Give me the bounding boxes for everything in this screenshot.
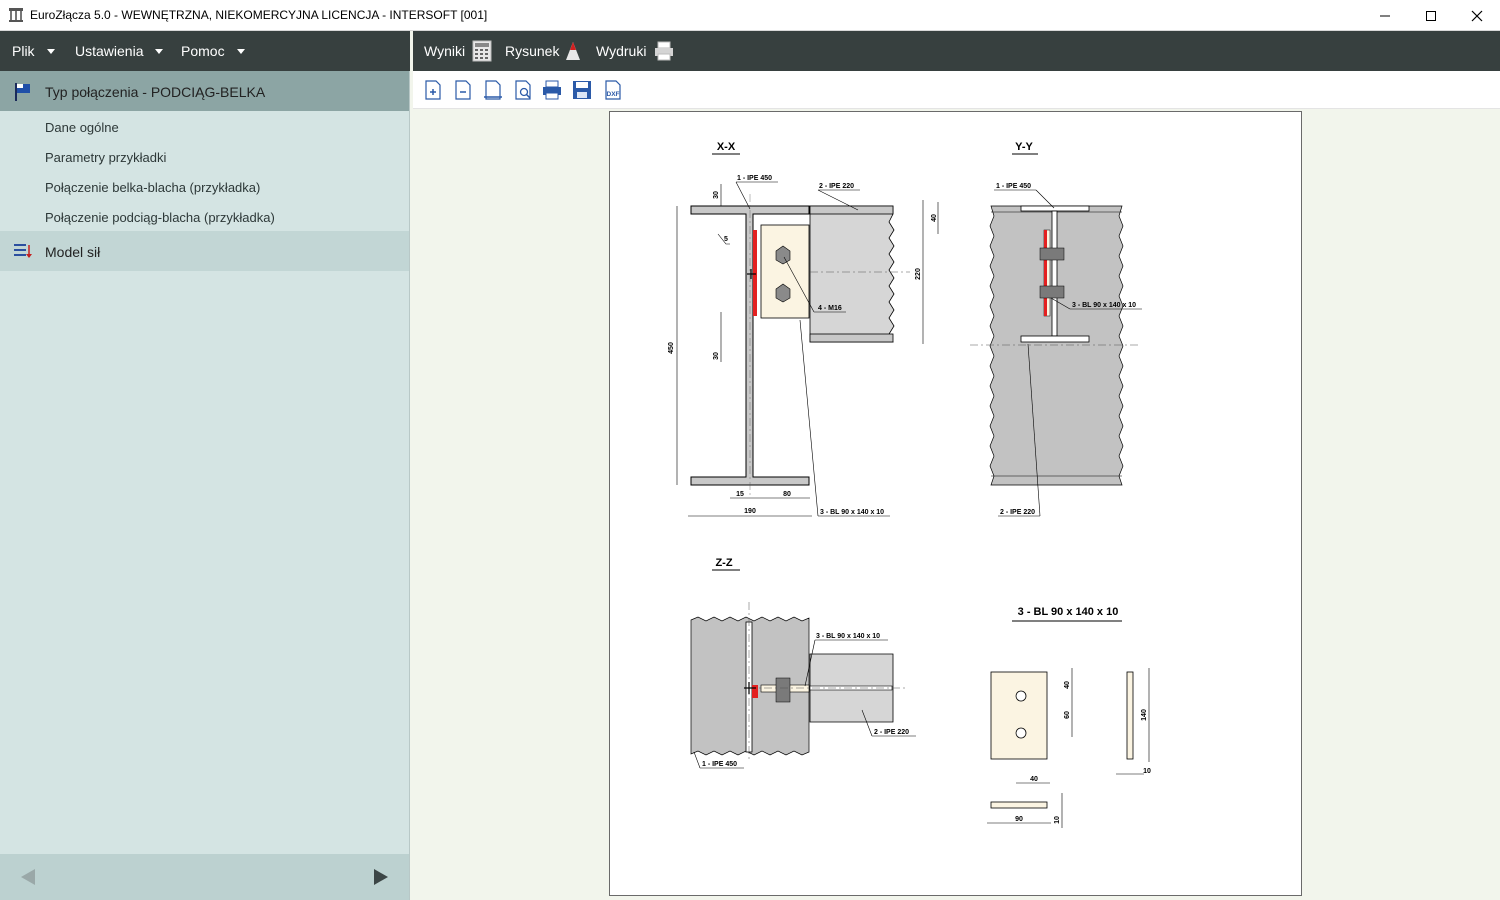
dim-220: 220 [915, 268, 922, 280]
section-zz: Z-Z 3 - BL 90 x 140 x 10 2 - IPE 220 1 -… [690, 557, 916, 769]
sidebar-group-label: Typ połączenia - PODCIĄG-BELKA [45, 84, 266, 100]
menu-plik[interactable]: Plik [12, 31, 55, 71]
print-preview-icon[interactable] [512, 79, 534, 101]
plate-detail: 3 - BL 90 x 140 x 10 40 60 140 10 40 90 [987, 606, 1151, 828]
label-ipe220-zz: 2 - IPE 220 [874, 729, 909, 736]
dim-plate-10a: 10 [1143, 768, 1151, 775]
main-menu-bar: Plik Ustawienia Pomoc [0, 31, 410, 71]
close-icon [1471, 10, 1483, 21]
results-menu-bar: Wyniki Rysunek Wydruki [413, 31, 1500, 71]
printer-icon[interactable] [653, 40, 675, 67]
menu-pomoc-label: Pomoc [181, 43, 225, 59]
sidebar-item-girder-plate[interactable]: Połączenie podciąg-blacha (przykładka) [45, 210, 275, 225]
maximize-icon [1426, 10, 1436, 21]
print-icon[interactable] [541, 79, 563, 101]
drawing-icon[interactable] [564, 40, 582, 67]
dim-plate-40a: 40 [1064, 681, 1071, 689]
sidebar-item-general-data[interactable]: Dane ogólne [45, 120, 119, 135]
maximize-button[interactable] [1408, 0, 1454, 31]
dim-plate-40b: 40 [1030, 776, 1038, 783]
label-plate-yy: 3 - BL 90 x 140 x 10 [1072, 302, 1136, 309]
dim-30b: 30 [713, 352, 720, 360]
force-model-icon [13, 242, 35, 263]
dim-weld-5: 5 [724, 236, 728, 243]
dim-plate-10b: 10 [1054, 816, 1061, 824]
close-button[interactable] [1454, 0, 1500, 31]
arrow-left-icon[interactable] [18, 867, 38, 887]
sidebar-group-connection-type[interactable]: Typ połączenia - PODCIĄG-BELKA [0, 71, 409, 111]
label-ipe450-xx: 1 - IPE 450 [737, 175, 772, 182]
export-dxf-icon[interactable]: DXF [602, 79, 624, 101]
sidebar-group-label: Model sił [45, 244, 101, 260]
dim-plate-90: 90 [1015, 816, 1023, 823]
menu-ustawienia[interactable]: Ustawienia [75, 31, 164, 71]
minimize-icon [1380, 15, 1390, 16]
window-title: EuroZłącza 5.0 - WEWNĘTRZNA, NIEKOMERCYJ… [30, 8, 488, 22]
section-zz-title: Z-Z [715, 557, 732, 569]
dim-40: 40 [931, 214, 938, 222]
dim-30a: 30 [713, 191, 720, 199]
label-plate-zz: 3 - BL 90 x 140 x 10 [816, 633, 880, 640]
dim-plate-60: 60 [1064, 711, 1071, 719]
menu-pomoc[interactable]: Pomoc [181, 31, 245, 71]
menu-wyniki-label: Wyniki [424, 43, 466, 59]
sidebar-item-plate-parameters[interactable]: Parametry przykładki [45, 150, 166, 165]
dim-plate-140: 140 [1141, 709, 1148, 721]
sidebar: Typ połączenia - PODCIĄG-BELKA Dane ogól… [0, 71, 410, 900]
flag-icon [13, 82, 33, 105]
menu-wydruki[interactable]: Wydruki [596, 31, 646, 71]
label-plate-xx: 3 - BL 90 x 140 x 10 [820, 509, 884, 516]
arrow-right-icon[interactable] [371, 867, 391, 887]
label-bolts-xx: 4 - M16 [818, 305, 842, 312]
chevron-down-icon [155, 48, 164, 54]
minimize-button[interactable] [1362, 0, 1408, 31]
drawing-sheet[interactable]: X-X 1 - IPE 450 2 - IPE 220 4 - M16 3 - … [609, 111, 1302, 896]
title-bar: EuroZłącza 5.0 - WEWNĘTRZNA, NIEKOMERCYJ… [0, 0, 1500, 31]
chevron-down-icon [236, 48, 245, 54]
section-yy: Y-Y 1 - IPE 450 3 - BL 90 x 140 x 10 2 -… [970, 141, 1142, 517]
section-xx-title: X-X [717, 141, 736, 153]
drawing-canvas: X-X 1 - IPE 450 2 - IPE 220 4 - M16 3 - … [413, 109, 1500, 900]
sidebar-item-beam-plate[interactable]: Połączenie belka-blacha (przykładka) [45, 180, 260, 195]
save-icon[interactable] [571, 79, 593, 101]
menu-rysunek[interactable]: Rysunek [505, 31, 559, 71]
plate-detail-title: 3 - BL 90 x 140 x 10 [1018, 606, 1119, 618]
page-zoom-in-icon[interactable] [422, 79, 444, 101]
chevron-down-icon [46, 48, 55, 54]
menu-wydruki-label: Wydruki [596, 43, 647, 59]
label-ipe220-yy: 2 - IPE 220 [1000, 509, 1035, 516]
fit-width-icon[interactable] [482, 79, 504, 101]
label-ipe450-zz: 1 - IPE 450 [702, 761, 737, 768]
dim-15: 15 [736, 491, 744, 498]
technical-drawing: X-X 1 - IPE 450 2 - IPE 220 4 - M16 3 - … [668, 141, 1151, 828]
section-xx: X-X 1 - IPE 450 2 - IPE 220 4 - M16 3 - … [668, 141, 939, 517]
sidebar-group-force-model[interactable]: Model sił [0, 231, 409, 271]
page-zoom-out-icon[interactable] [452, 79, 474, 101]
drawing-toolbar: DXF [413, 71, 1500, 109]
sidebar-navigation [0, 854, 409, 900]
menu-wyniki[interactable]: Wyniki [424, 31, 465, 71]
dim-80: 80 [783, 491, 791, 498]
label-ipe220-xx: 2 - IPE 220 [819, 183, 854, 190]
menu-plik-label: Plik [12, 43, 35, 59]
label-ipe450-yy: 1 - IPE 450 [996, 183, 1031, 190]
menu-rysunek-label: Rysunek [505, 43, 560, 59]
dxf-label: DXF [607, 91, 620, 98]
app-icon [8, 7, 24, 28]
menu-ustawienia-label: Ustawienia [75, 43, 144, 59]
dim-450: 450 [668, 342, 675, 354]
section-yy-title: Y-Y [1015, 141, 1033, 153]
dim-190: 190 [744, 508, 756, 515]
calculator-icon[interactable] [472, 40, 492, 67]
